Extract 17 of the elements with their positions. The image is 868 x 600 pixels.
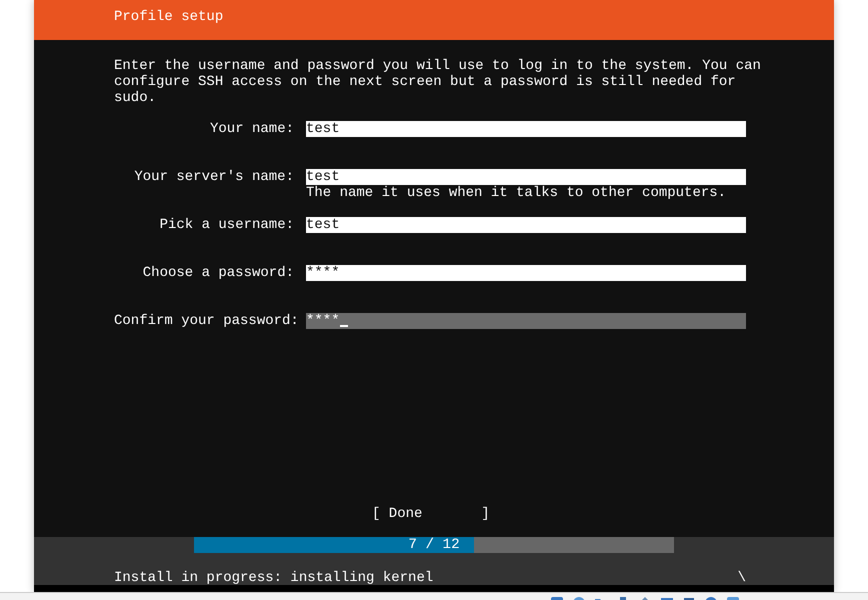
screen-title: Profile setup	[114, 9, 224, 25]
spinner: \	[738, 570, 746, 586]
field-label: Confirm your password:	[114, 313, 294, 329]
done-button[interactable]: [ Done ]	[372, 506, 490, 522]
input-field[interactable]: test	[306, 169, 746, 185]
intro-text: Enter the username and password you will use to log in to the system. You can configure SSH access on the next screen but a password is still needed for sudo.	[114, 58, 762, 106]
progress-label: 7 / 12	[408, 537, 460, 553]
input-field[interactable]: test	[306, 217, 746, 233]
input-field[interactable]: ****	[306, 313, 746, 329]
status-text: Install in progress: installing kernel	[114, 570, 434, 586]
field-label: Your server's name:	[133, 169, 294, 185]
input-field[interactable]: ****	[306, 265, 746, 281]
field-label: Pick a username:	[158, 217, 294, 233]
field-hint: The name it uses when it talks to other computers.	[306, 185, 728, 201]
field-label: Choose a password:	[142, 265, 294, 281]
field-label: Your name:	[208, 121, 294, 137]
input-field[interactable]: test	[306, 121, 746, 137]
